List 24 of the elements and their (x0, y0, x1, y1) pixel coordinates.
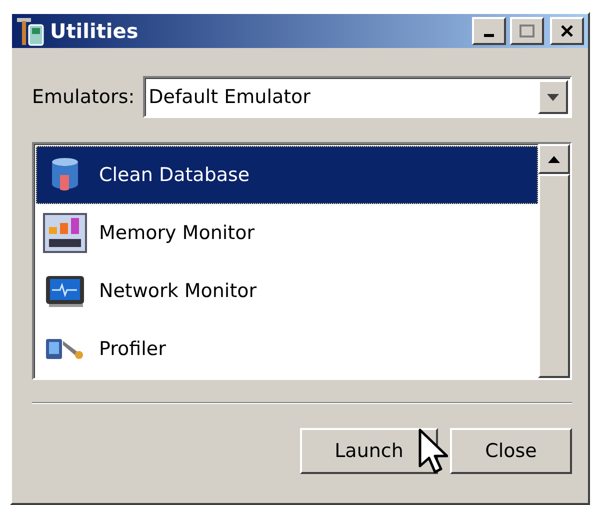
list-item[interactable]: Profiler (36, 320, 538, 378)
close-window-button[interactable] (550, 17, 584, 45)
action-button[interactable]: Close (450, 428, 572, 474)
maximize-button[interactable] (510, 17, 544, 45)
list-item[interactable]: Clean Database (36, 146, 538, 204)
hammer-phone-icon (16, 16, 46, 46)
cursor-icon (418, 428, 448, 474)
emulators-label: Emulators: (32, 86, 135, 108)
dropdown-arrow-icon (547, 94, 559, 100)
minimize-button[interactable] (472, 17, 506, 45)
list-item[interactable]: Network Monitor (36, 262, 538, 320)
emulator-dropdown[interactable]: Default Emulator (142, 76, 572, 118)
scroll-up-icon (548, 156, 560, 162)
list-item[interactable]: Memory Monitor (36, 204, 538, 262)
action-button[interactable]: Launch (300, 428, 438, 474)
maximize-icon (519, 24, 535, 38)
close-icon (560, 24, 574, 38)
minimize-icon (484, 34, 494, 37)
scrollbar[interactable] (538, 144, 570, 378)
database-icon (50, 157, 80, 193)
profiler-icon (45, 337, 85, 361)
monitor-icon (45, 275, 85, 307)
window-title: Utilities (50, 19, 140, 43)
ram-icon (43, 213, 87, 253)
